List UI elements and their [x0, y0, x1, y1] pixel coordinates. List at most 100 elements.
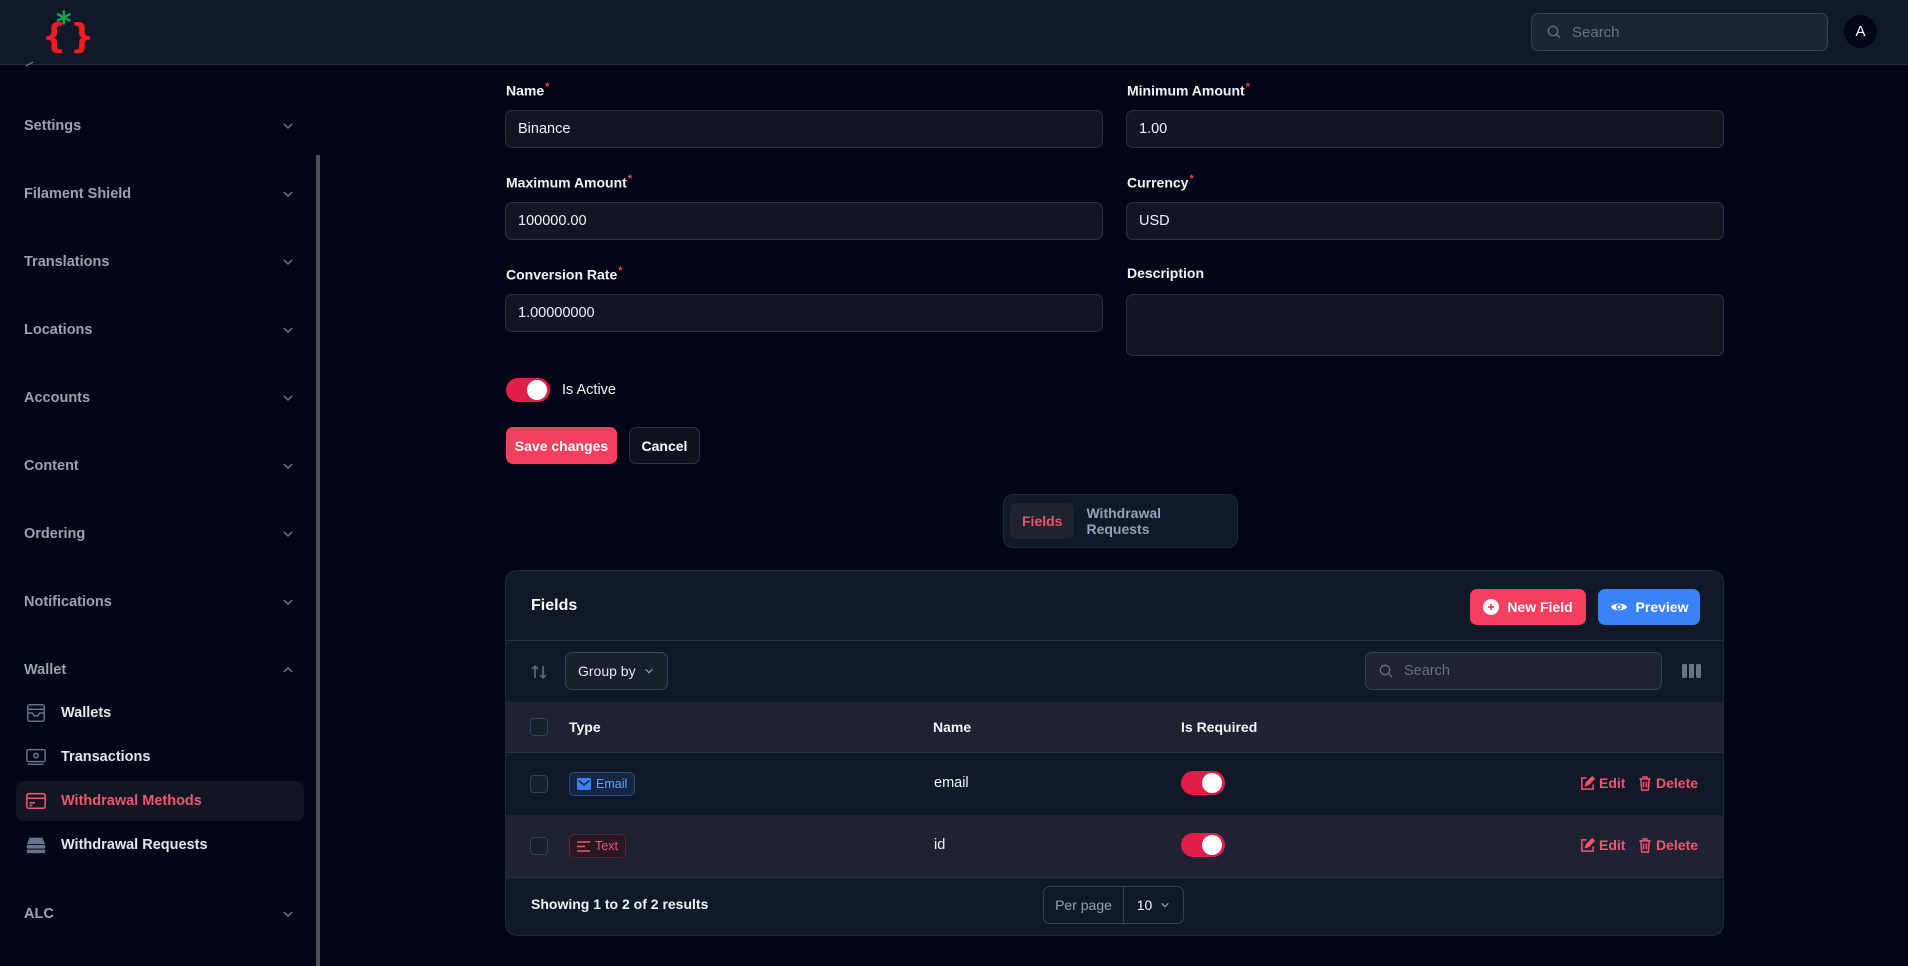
columns-toggle-icon[interactable]: [1682, 663, 1701, 679]
name-field[interactable]: [505, 110, 1103, 148]
toggle-knob: [1202, 835, 1222, 855]
preview-button[interactable]: Preview: [1598, 589, 1700, 625]
column-header-name[interactable]: Name: [933, 719, 971, 735]
logo-brace-right: }: [70, 17, 95, 57]
table-row: Text id Edit Delete: [506, 815, 1723, 877]
sidebar-scrollbar[interactable]: [316, 155, 320, 966]
sidebar-group-translations[interactable]: Translations: [24, 250, 294, 274]
select-all-checkbox[interactable]: [530, 718, 548, 736]
global-search[interactable]: [1531, 13, 1828, 51]
is-active-label: Is Active: [562, 382, 616, 398]
group-by-label: Group by: [578, 663, 636, 679]
is-active-toggle[interactable]: [506, 378, 550, 402]
app-logo[interactable]: { * }: [40, 6, 95, 57]
tab-fields[interactable]: Fields: [1010, 503, 1075, 539]
toggle-knob: [1202, 773, 1222, 793]
field-name: id: [934, 837, 946, 853]
edit-icon: [1581, 837, 1595, 852]
minimum-amount-field[interactable]: [1126, 110, 1724, 148]
envelope-icon: [577, 778, 591, 790]
chevron-down-icon: [283, 395, 293, 402]
chevron-down-icon: [283, 259, 293, 266]
is-required-toggle[interactable]: [1181, 771, 1225, 795]
chevron-down-icon: [644, 668, 653, 674]
conversion-rate-label: Conversion Rate*: [506, 265, 623, 283]
row-checkbox[interactable]: [530, 775, 548, 793]
fields-table-card: Fields New Field Preview Group by Type N…: [505, 570, 1724, 936]
chevron-up-icon: [283, 666, 293, 673]
chevron-down-icon: [283, 599, 293, 606]
type-label: Email: [596, 777, 628, 791]
sidebar-item-withdrawal-requests[interactable]: Withdrawal Requests: [16, 825, 304, 865]
type-badge: Email: [569, 772, 636, 796]
description-field[interactable]: [1126, 294, 1724, 356]
table-header-row: Type Name Is Required: [506, 702, 1723, 752]
edit-label: Edit: [1599, 837, 1626, 853]
per-page-number: 10: [1136, 897, 1153, 913]
sidebar-group-alc[interactable]: ALC: [24, 902, 294, 926]
credit-card-icon: [26, 792, 46, 810]
column-header-type[interactable]: Type: [569, 719, 601, 735]
chevron-down-icon: [283, 463, 293, 470]
is-required-toggle[interactable]: [1181, 833, 1225, 857]
sidebar-group-accounts[interactable]: Accounts: [24, 386, 294, 410]
minimum-amount-label: Minimum Amount*: [1127, 81, 1250, 99]
per-page-value[interactable]: 10: [1124, 897, 1183, 913]
sidebar-group-filament-shield[interactable]: Filament Shield: [24, 182, 294, 206]
sidebar-item-withdrawal-methods[interactable]: Withdrawal Methods: [16, 781, 304, 821]
sidebar: Settings Filament Shield Translations Lo…: [0, 61, 320, 966]
text-lines-icon: [577, 840, 590, 852]
table-search[interactable]: [1365, 652, 1662, 690]
sort-icon[interactable]: [530, 663, 548, 681]
delete-action[interactable]: Delete: [1638, 837, 1698, 853]
delete-action[interactable]: Delete: [1638, 775, 1698, 791]
description-label: Description: [1127, 265, 1204, 281]
currency-field[interactable]: [1126, 202, 1724, 240]
sidebar-group-ordering[interactable]: Ordering: [24, 522, 294, 546]
sidebar-group-notifications[interactable]: Notifications: [24, 590, 294, 614]
required-marker: *: [545, 81, 550, 93]
conversion-rate-field[interactable]: [505, 294, 1103, 332]
row-checkbox[interactable]: [530, 837, 548, 855]
tab-withdrawal-requests[interactable]: Withdrawal Requests: [1074, 503, 1237, 539]
trash-icon: [1639, 837, 1651, 853]
per-page-label: Per page: [1044, 887, 1124, 923]
trash-icon: [1639, 775, 1651, 791]
inbox-stack-icon: [26, 837, 46, 854]
sidebar-item-label: Withdrawal Methods: [61, 793, 202, 809]
maximum-amount-label: Maximum Amount*: [506, 173, 632, 191]
edit-icon: [1581, 775, 1595, 790]
relation-tabs: Fields Withdrawal Requests: [1003, 494, 1238, 548]
column-header-is-required[interactable]: Is Required: [1181, 719, 1257, 735]
user-avatar[interactable]: A: [1844, 15, 1877, 48]
maximum-amount-field[interactable]: [505, 202, 1103, 240]
partial-icon: [25, 61, 34, 67]
edit-action[interactable]: Edit: [1580, 837, 1625, 853]
edit-action[interactable]: Edit: [1580, 775, 1625, 791]
required-marker: *: [1189, 173, 1194, 185]
top-bar: { * } A: [0, 0, 1908, 65]
delete-label: Delete: [1656, 837, 1699, 853]
sidebar-item-label: Withdrawal Requests: [61, 837, 208, 853]
currency-label: Currency*: [1127, 173, 1194, 191]
table-search-input[interactable]: [1404, 663, 1604, 679]
description-label-text: Description: [1127, 265, 1205, 281]
sidebar-group-content[interactable]: Content: [24, 454, 294, 478]
save-changes-button[interactable]: Save changes: [506, 427, 617, 464]
sidebar-group-settings[interactable]: Settings: [24, 114, 294, 138]
new-field-button[interactable]: New Field: [1470, 589, 1586, 625]
sidebar-item-wallets[interactable]: Wallets: [16, 693, 304, 733]
sidebar-group-label: Ordering: [24, 526, 86, 542]
fields-table-title: Fields: [531, 597, 578, 614]
sidebar-group-label: Filament Shield: [24, 186, 132, 202]
global-search-input[interactable]: [1572, 23, 1812, 41]
sidebar-item-transactions[interactable]: Transactions: [16, 737, 304, 777]
plus-circle-icon: [1483, 599, 1500, 615]
chevron-down-icon: [1161, 902, 1170, 908]
sidebar-group-wallet[interactable]: Wallet: [24, 658, 294, 682]
group-by-select[interactable]: Group by: [565, 652, 668, 690]
sidebar-group-locations[interactable]: Locations: [24, 318, 294, 342]
per-page-select[interactable]: Per page 10: [1043, 886, 1184, 924]
table-row: Email email Edit Delete: [506, 753, 1723, 815]
cancel-button[interactable]: Cancel: [629, 427, 700, 464]
